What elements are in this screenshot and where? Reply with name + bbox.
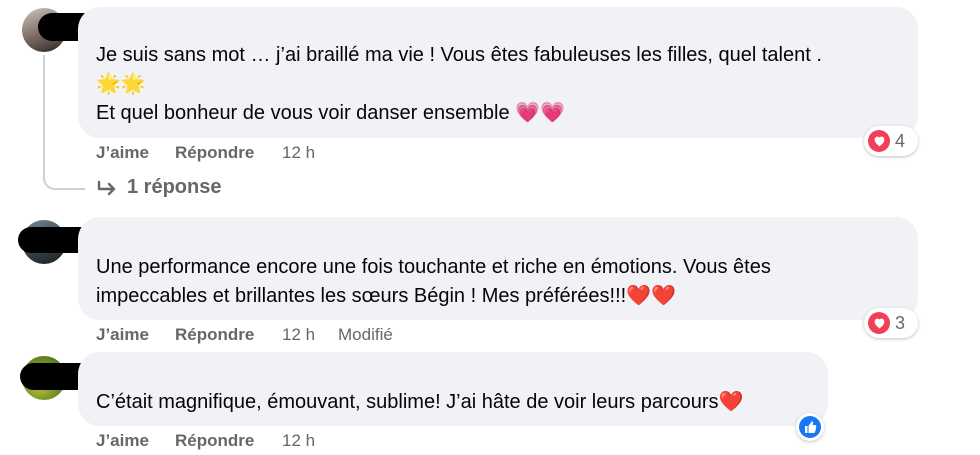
reply-button[interactable]: Répondre <box>175 325 254 345</box>
reaction-summary[interactable]: 3 <box>864 308 918 338</box>
comment-actions: J’aime Répondre 12 h Modifié <box>96 325 426 347</box>
timestamp[interactable]: 12 h <box>282 431 315 451</box>
like-button[interactable]: J’aime <box>96 143 149 163</box>
thumbs-up-icon[interactable] <box>796 413 824 441</box>
timestamp[interactable]: 12 h <box>282 325 315 345</box>
comment-actions: J’aime Répondre 12 h <box>96 431 396 453</box>
emoji-line: 🌟🌟 <box>96 73 146 95</box>
like-button[interactable]: J’aime <box>96 325 149 345</box>
edited-label: Modifié <box>338 325 393 344</box>
comment-text-line: Je suis sans mot … j’ai braillé ma vie !… <box>96 44 822 66</box>
reaction-summary[interactable]: 4 <box>864 126 918 156</box>
reply-arrow-icon <box>96 179 118 204</box>
comment-actions: J’aime Répondre 12 h <box>96 143 396 165</box>
reaction-count: 3 <box>895 312 906 333</box>
replies-count: 1 réponse <box>127 176 222 198</box>
comment-text-line: C’était magnifique, émouvant, sublime! J… <box>96 391 744 413</box>
reply-button[interactable]: Répondre <box>175 143 254 163</box>
heart-icon <box>868 130 890 152</box>
reply-button[interactable]: Répondre <box>175 431 254 451</box>
replies-link[interactable]: 1 réponse <box>96 176 236 202</box>
thread-line <box>43 55 45 167</box>
like-button[interactable]: J’aime <box>96 431 149 451</box>
heart-icon <box>868 312 890 334</box>
comment-text-line: impeccables et brillantes les sœurs Bégi… <box>96 285 677 307</box>
comment-text-line: Une performance encore une fois touchant… <box>96 256 771 278</box>
comment-text-line: Et quel bonheur de vous voir danser ense… <box>96 102 565 124</box>
timestamp[interactable]: 12 h <box>282 143 315 163</box>
thread-connector <box>43 166 85 190</box>
reaction-count: 4 <box>895 130 906 151</box>
